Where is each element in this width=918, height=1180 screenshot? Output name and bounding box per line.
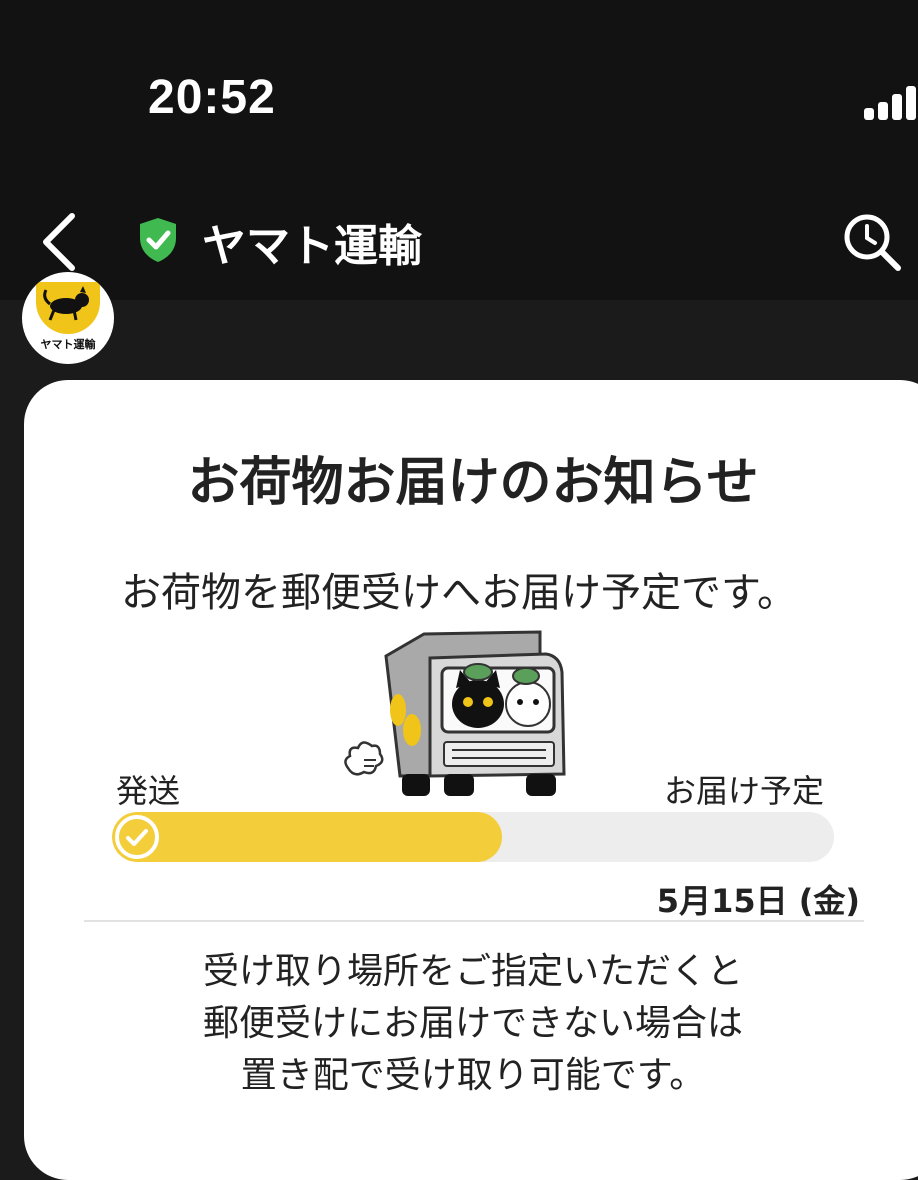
- notice-line: 郵便受けにお届けできない場合は: [202, 1003, 743, 1044]
- delivery-truck-illustration: [340, 626, 580, 806]
- signal-strength-icon: [864, 80, 918, 120]
- card-subtitle: お荷物を郵便受けへお届け予定です。: [121, 570, 797, 616]
- notice-line: 置き配で受け取り可能です。: [240, 1055, 706, 1096]
- notice-line: 受け取り場所をご指定いただくと: [202, 951, 743, 992]
- sender-avatar[interactable]: ヤマト運輸: [22, 272, 114, 364]
- chat-title: ヤマト運輸: [202, 221, 422, 272]
- progress-start-label: 発送: [116, 772, 181, 810]
- progress-end-label: お届け予定: [664, 772, 825, 810]
- verified-shield-icon: [136, 216, 180, 264]
- notice-text: 受け取り場所をご指定いただくと 郵便受けにお届けできない場合は 置き配で受け取り…: [0, 946, 918, 1102]
- check-circle-icon: [114, 814, 160, 860]
- yamato-logo: [36, 282, 100, 334]
- divider: [84, 920, 864, 922]
- delivery-date: 5月15日 (金): [656, 882, 860, 920]
- chevron-left-icon: [43, 213, 75, 271]
- status-time: 20:52: [148, 71, 276, 124]
- delivery-progress-fill: [112, 812, 502, 862]
- card-title: お荷物お届けのお知らせ: [187, 453, 759, 513]
- delivery-progress-bar: [112, 812, 834, 862]
- search-button[interactable]: [840, 210, 904, 274]
- nav-bar: ヤマト運輸: [0, 180, 918, 300]
- back-button[interactable]: [38, 210, 82, 274]
- status-bar: 20:52: [0, 0, 918, 180]
- avatar-logo-text: ヤマト運輸: [40, 338, 96, 351]
- search-icon: [844, 214, 901, 271]
